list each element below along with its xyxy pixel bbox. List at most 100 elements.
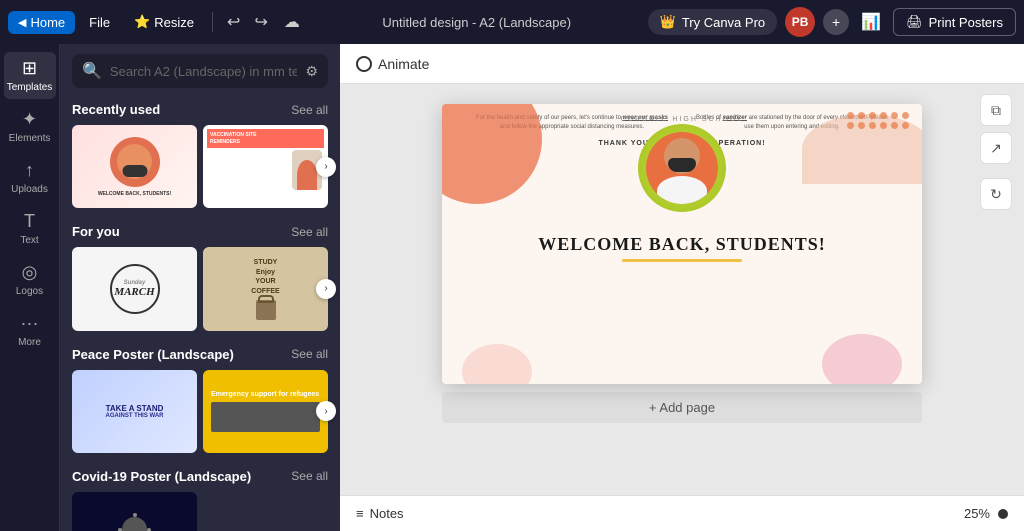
print-icon: 🖨 bbox=[906, 14, 923, 30]
next-arrow-for-you[interactable]: › bbox=[316, 279, 336, 299]
template-grid-recently-used: WELCOME BACK, STUDENTS! VACCINATION SITE… bbox=[72, 125, 328, 208]
template-card-take-a-stand[interactable]: TAKE A STAND AGAINST THIS WAR bbox=[72, 370, 197, 453]
add-button[interactable]: + bbox=[823, 9, 849, 35]
section-title-peace-poster: Peace Poster (Landscape) bbox=[72, 347, 234, 362]
sidebar-item-uploads[interactable]: ↑ Uploads bbox=[4, 154, 56, 201]
sidebar-item-templates-label: Templates bbox=[7, 82, 53, 93]
canvas-avatar-container bbox=[638, 124, 726, 212]
user-avatar[interactable]: PB bbox=[785, 7, 815, 37]
top-nav: ◀ Home File ⭐ Resize ↩ ↪ ☁ Untitled desi… bbox=[0, 0, 1024, 44]
template-card-covid2[interactable]: ··· bbox=[203, 492, 328, 531]
bg-circle-orange bbox=[442, 104, 542, 204]
zoom-level: 25% bbox=[964, 506, 990, 521]
sidebar-item-elements[interactable]: ✦ Elements bbox=[4, 103, 56, 150]
search-input[interactable] bbox=[110, 64, 298, 79]
notes-button[interactable]: ≡ Notes bbox=[356, 506, 404, 521]
see-all-peace-poster[interactable]: See all bbox=[291, 347, 328, 361]
animate-bar: Animate bbox=[340, 44, 1024, 84]
templates-icon: ⊞ bbox=[22, 58, 37, 79]
next-arrow-recently-used[interactable]: › bbox=[316, 157, 336, 177]
add-page-button[interactable]: + Add page bbox=[442, 392, 922, 423]
file-button[interactable]: File bbox=[79, 11, 120, 34]
copy-tool-button[interactable]: ⧉ bbox=[980, 94, 1012, 126]
template-card-welcome-back[interactable]: WELCOME BACK, STUDENTS! bbox=[72, 125, 197, 208]
share-icon: ↗ bbox=[990, 140, 1002, 157]
filter-icon[interactable]: ⚙ bbox=[305, 63, 318, 80]
redo-button[interactable]: ↪ bbox=[248, 8, 273, 36]
canvas-school-name-text: CORDALE HIGH SCHOOL bbox=[621, 116, 744, 123]
sidebar-item-text-label: Text bbox=[20, 235, 38, 246]
notes-icon: ≡ bbox=[356, 506, 364, 521]
section-title-recently-used: Recently used bbox=[72, 102, 160, 117]
bg-blob-bottom-left bbox=[462, 344, 532, 384]
file-label: File bbox=[89, 15, 110, 30]
analytics-button[interactable]: 📊 bbox=[857, 8, 885, 36]
sidebar-left: ⊞ Templates ✦ Elements ↑ Uploads T Text … bbox=[0, 44, 60, 531]
bg-blob-bottom-right bbox=[822, 334, 902, 384]
sidebar-item-logos-label: Logos bbox=[16, 286, 43, 297]
section-title-for-you: For you bbox=[72, 224, 120, 239]
canvas-scroll[interactable]: CORDALE HIGH SCHOOL bbox=[340, 84, 1024, 495]
template-card-corona[interactable]: CORONAVIRUS bbox=[72, 492, 197, 531]
canvas-title-area: WELCOME BACK, STUDENTS! bbox=[442, 234, 922, 266]
section-covid-poster: Covid-19 Poster (Landscape) See all CORO… bbox=[60, 465, 340, 531]
home-button[interactable]: ◀ Home bbox=[8, 11, 75, 34]
search-bar: 🔍 ⚙ bbox=[60, 44, 340, 98]
template-card-vaccination[interactable]: VACCINATION SITEREMINDERS bbox=[203, 125, 328, 208]
sidebar-item-templates[interactable]: ⊞ Templates bbox=[4, 52, 56, 99]
template-card-emergency[interactable]: Emergency support for refugees bbox=[203, 370, 328, 453]
sidebar-item-logos[interactable]: ◎ Logos bbox=[4, 256, 56, 303]
dots-decoration bbox=[847, 112, 910, 129]
canvas-underline bbox=[622, 259, 742, 262]
refresh-icon: ↻ bbox=[990, 186, 1002, 203]
template-grid-for-you: Sunday MARCH STUDYEnjoyYOURCOFFEE › bbox=[72, 247, 328, 330]
home-label: Home bbox=[30, 15, 65, 30]
search-input-wrap: 🔍 ⚙ bbox=[72, 54, 328, 88]
see-all-covid-poster[interactable]: See all bbox=[291, 469, 328, 483]
templates-panel: 🔍 ⚙ Recently used See all WELCOME BACK, bbox=[60, 44, 340, 531]
template-card-march[interactable]: Sunday MARCH bbox=[72, 247, 197, 330]
template-grid-covid-poster: CORONAVIRUS ··· bbox=[72, 492, 328, 531]
section-header-covid-poster: Covid-19 Poster (Landscape) See all bbox=[72, 465, 328, 484]
section-for-you: For you See all Sunday MARCH STUDYEnjoyY… bbox=[60, 220, 340, 342]
section-header-peace-poster: Peace Poster (Landscape) See all bbox=[72, 343, 328, 362]
add-page-label: + Add page bbox=[649, 400, 715, 415]
bottom-bar: ≡ Notes 25% bbox=[340, 495, 1024, 531]
section-peace-poster: Peace Poster (Landscape) See all TAKE A … bbox=[60, 343, 340, 465]
logos-icon: ◎ bbox=[22, 262, 38, 283]
try-canva-button[interactable]: 👑 Try Canva Pro bbox=[648, 9, 778, 35]
cloud-button[interactable]: ☁ bbox=[278, 8, 306, 36]
main-layout: ⊞ Templates ✦ Elements ↑ Uploads T Text … bbox=[0, 44, 1024, 531]
template-card-coffee[interactable]: STUDYEnjoyYOURCOFFEE bbox=[203, 247, 328, 330]
sidebar-item-more-label: More bbox=[18, 337, 41, 348]
print-label: Print Posters bbox=[929, 15, 1003, 30]
print-button[interactable]: 🖨 Print Posters bbox=[893, 8, 1016, 36]
next-arrow-peace-poster[interactable]: › bbox=[316, 401, 336, 421]
canvas-title-text: WELCOME BACK, STUDENTS! bbox=[442, 234, 922, 255]
nav-right: 👑 Try Canva Pro PB + 📊 🖨 Print Posters bbox=[648, 7, 1016, 37]
zoom-slider[interactable] bbox=[998, 509, 1008, 519]
sidebar-item-more[interactable]: ··· More bbox=[4, 307, 56, 354]
section-header-recently-used: Recently used See all bbox=[72, 98, 328, 117]
animate-label: Animate bbox=[378, 56, 429, 72]
search-icon: 🔍 bbox=[82, 61, 102, 81]
refresh-tool-button[interactable]: ↻ bbox=[980, 178, 1012, 210]
animate-button[interactable]: Animate bbox=[356, 56, 429, 72]
canvas-area: Animate ⧉ ↗ ↻ bbox=[340, 44, 1024, 531]
avatar-initials: PB bbox=[792, 15, 809, 29]
template-grid-peace-poster: TAKE A STAND AGAINST THIS WAR Emergency … bbox=[72, 370, 328, 453]
resize-button[interactable]: ⭐ Resize bbox=[124, 10, 204, 34]
sidebar-item-text[interactable]: T Text bbox=[4, 205, 56, 252]
undo-button[interactable]: ↩ bbox=[221, 8, 246, 36]
see-all-for-you[interactable]: See all bbox=[291, 225, 328, 239]
try-canva-label: Try Canva Pro bbox=[682, 15, 765, 30]
nav-divider bbox=[212, 12, 213, 32]
share-tool-button[interactable]: ↗ bbox=[980, 132, 1012, 164]
design-canvas: CORDALE HIGH SCHOOL bbox=[442, 104, 922, 384]
elements-icon: ✦ bbox=[22, 109, 37, 130]
uploads-icon: ↑ bbox=[25, 160, 34, 181]
see-all-recently-used[interactable]: See all bbox=[291, 103, 328, 117]
section-title-covid-poster: Covid-19 Poster (Landscape) bbox=[72, 469, 251, 484]
text-icon: T bbox=[24, 211, 35, 232]
notes-label: Notes bbox=[370, 506, 404, 521]
